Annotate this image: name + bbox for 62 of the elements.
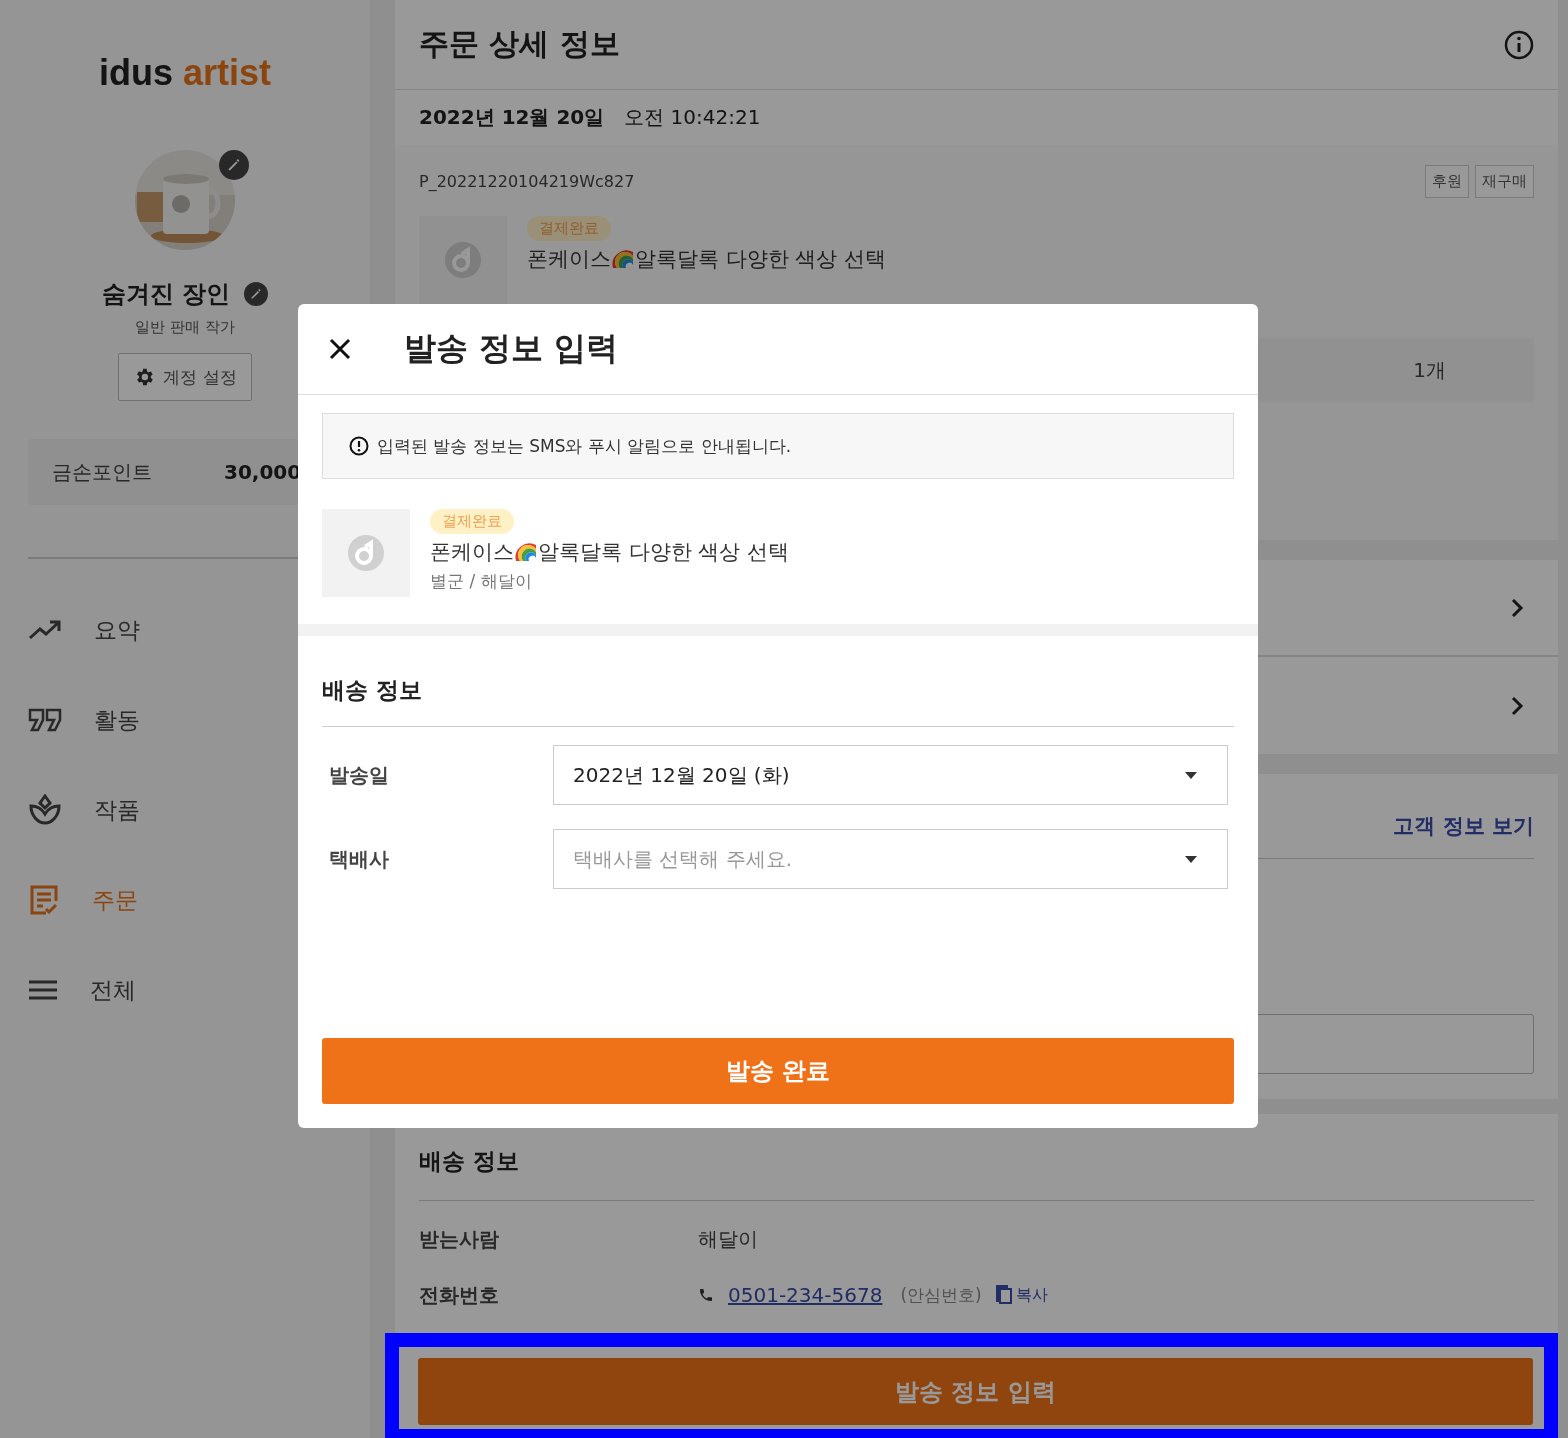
pencil-icon — [227, 158, 241, 172]
status-badge: 결제완료 — [527, 216, 611, 241]
trend-icon — [28, 619, 62, 641]
customer-info-link[interactable]: 고객 정보 보기 — [1393, 812, 1534, 840]
edit-name-button[interactable] — [244, 282, 269, 306]
quantity: 1개 — [1413, 356, 1446, 384]
complete-button[interactable]: 발송 완료 — [322, 1038, 1234, 1104]
order-time: 오전 10:42:21 — [624, 104, 761, 131]
section-title: 배송 정보 — [322, 675, 422, 705]
pencil-icon — [250, 288, 263, 300]
logo[interactable]: idus artist — [98, 52, 271, 94]
product-name: 폰케이스 — [430, 539, 514, 566]
notice-text: 입력된 발송 정보는 SMS와 푸시 알림으로 안내됩니다. — [377, 434, 792, 458]
product-description: 알록달록 다양한 색상 선택 — [538, 539, 790, 566]
phone-link[interactable]: 0501-234-5678 — [728, 1283, 883, 1307]
order-tag: 재구매 — [1475, 165, 1534, 198]
points-label: 금손포인트 — [52, 458, 152, 486]
alert-icon — [349, 436, 369, 456]
rainbow-icon — [611, 248, 635, 270]
info-icon[interactable] — [1504, 29, 1534, 60]
artist-role: 일반 판매 작가 — [135, 318, 235, 337]
recipient-name: 해달이 — [698, 1225, 758, 1253]
nav-item[interactable]: 요약 — [28, 585, 370, 675]
copy-button[interactable]: 복사 — [995, 1284, 1048, 1306]
product-description: 알록달록 다양한 색상 선택 — [635, 246, 887, 273]
order-list-icon — [28, 884, 60, 916]
caret-icon — [1185, 771, 1197, 779]
info-label: 전화번호 — [419, 1281, 500, 1309]
menu-icon — [28, 979, 58, 1001]
account-settings-button[interactable]: 계정 설정 — [118, 353, 252, 401]
quote-icon — [28, 708, 62, 732]
plant-icon — [28, 794, 62, 826]
order-tag: 후원 — [1425, 165, 1469, 198]
product-option: 별군 / 해달이 — [430, 570, 532, 593]
chevron-right-icon[interactable] — [1510, 596, 1524, 619]
edit-avatar-button[interactable] — [219, 150, 249, 180]
artist-name: 숨겨진 장인 — [101, 279, 231, 310]
caret-icon — [1185, 855, 1197, 863]
field-label: 발송일 — [328, 761, 390, 789]
order-id: P_20221220104219Wc827 — [419, 172, 635, 191]
info-label: 받는사람 — [419, 1225, 500, 1253]
points-value: 30,000 — [224, 460, 302, 484]
select-field[interactable]: 택배사를 선택해 주세요. — [553, 829, 1228, 889]
enter-shipping-button[interactable]: 발송 정보 입력 — [418, 1358, 1533, 1425]
copy-icon — [995, 1285, 1014, 1305]
order-date: 2022년 12월 20일 — [419, 104, 605, 131]
dialog-title: 발송 정보 입력 — [404, 328, 619, 369]
phone-icon — [698, 1287, 714, 1303]
page-title: 주문 상세 정보 — [419, 25, 620, 63]
phone-note: (안심번호) — [900, 1283, 982, 1307]
status-badge: 결제완료 — [430, 509, 514, 534]
product-name: 폰케이스 — [527, 246, 611, 273]
rainbow-icon — [514, 541, 538, 563]
field-label: 택배사 — [328, 845, 390, 873]
chevron-right-icon[interactable] — [1510, 694, 1524, 717]
section-title: 배송 정보 — [419, 1148, 519, 1174]
nav-item[interactable]: 전체 — [28, 945, 370, 1035]
select-field[interactable]: 2022년 12월 20일 (화) — [553, 745, 1228, 805]
close-button[interactable] — [328, 337, 352, 361]
close-icon — [328, 337, 352, 361]
logo-mark-icon — [346, 533, 386, 573]
logo-mark-icon — [443, 240, 483, 280]
